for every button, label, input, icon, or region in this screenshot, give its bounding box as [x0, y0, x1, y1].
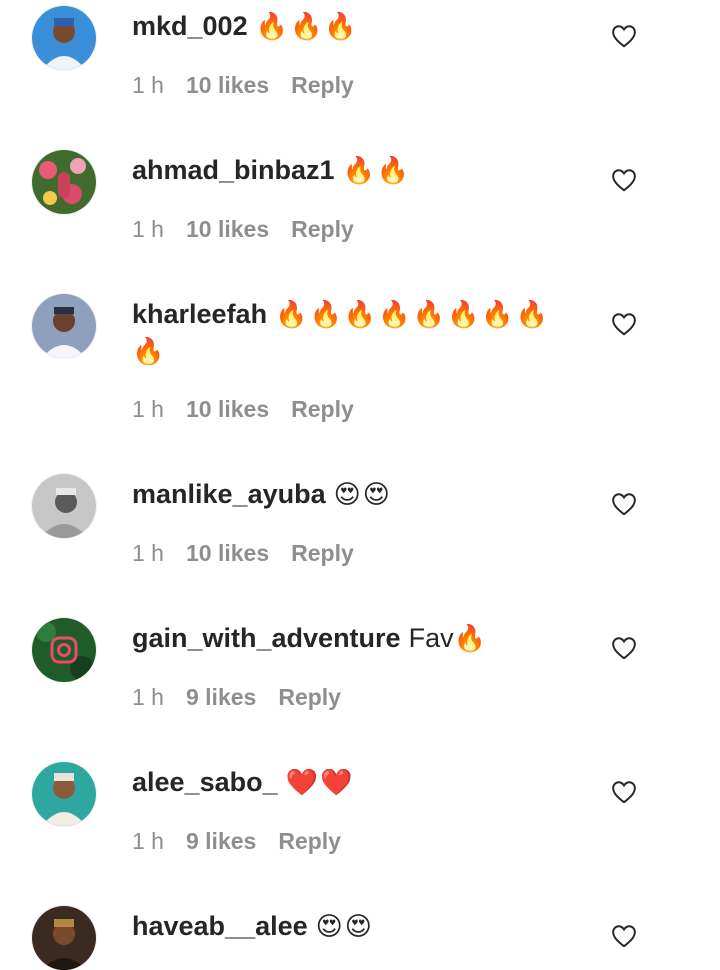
avatar[interactable] [32, 6, 96, 70]
avatar[interactable] [32, 906, 96, 970]
likes-count[interactable]: 9 likes [186, 684, 256, 710]
comment-body: Fav [408, 623, 454, 653]
avatar[interactable] [32, 150, 96, 214]
like-heart-icon[interactable] [611, 780, 637, 804]
username[interactable]: kharleefah [132, 299, 267, 329]
reply-button[interactable]: Reply [291, 396, 354, 422]
likes-count[interactable]: 10 likes [186, 72, 269, 98]
timestamp: 1 h [132, 540, 164, 566]
avatar[interactable] [32, 618, 96, 682]
comment-text: mkd_002 🔥🔥🔥 [132, 8, 572, 45]
timestamp: 1 h [132, 216, 164, 242]
comment-emoji: 🔥🔥 [342, 156, 412, 186]
username[interactable]: alee_sabo_ [132, 767, 278, 797]
avatar[interactable] [32, 762, 96, 826]
like-heart-icon[interactable] [611, 24, 637, 48]
comment-emoji: 😍😍 [333, 480, 392, 510]
comment-meta: 1 h 10 likes Reply [132, 540, 376, 567]
comment-text: kharleefah 🔥🔥🔥🔥🔥🔥🔥🔥🔥 [132, 296, 572, 370]
reply-button[interactable]: Reply [278, 828, 341, 854]
reply-button[interactable]: Reply [291, 216, 354, 242]
timestamp: 1 h [132, 72, 164, 98]
likes-count[interactable]: 10 likes [186, 396, 269, 422]
like-heart-icon[interactable] [611, 492, 637, 516]
username[interactable]: gain_with_adventure [132, 623, 401, 653]
like-heart-icon[interactable] [611, 168, 637, 192]
comment-text: alee_sabo_ ❤️❤️ [132, 764, 572, 801]
username[interactable]: manlike_ayuba [132, 479, 326, 509]
timestamp: 1 h [132, 684, 164, 710]
comment-text: ahmad_binbaz1 🔥🔥 [132, 152, 572, 189]
avatar[interactable] [32, 294, 96, 358]
comment-emoji: 😍😍 [315, 912, 374, 942]
username[interactable]: mkd_002 [132, 11, 248, 41]
reply-button[interactable]: Reply [278, 684, 341, 710]
timestamp: 1 h [132, 828, 164, 854]
comment-meta: 1 h 9 likes Reply [132, 828, 363, 855]
comment-text: manlike_ayuba 😍😍 [132, 476, 572, 513]
comment-emoji: 🔥🔥🔥 [255, 12, 359, 42]
like-heart-icon[interactable] [611, 312, 637, 336]
like-heart-icon[interactable] [611, 636, 637, 660]
username[interactable]: ahmad_binbaz1 [132, 155, 335, 185]
avatar[interactable] [32, 474, 96, 538]
likes-count[interactable]: 9 likes [186, 828, 256, 854]
likes-count[interactable]: 10 likes [186, 540, 269, 566]
comment-emoji: 🔥 [453, 624, 488, 654]
comment-text: haveab__alee 😍😍 [132, 908, 572, 945]
timestamp: 1 h [132, 396, 164, 422]
comment-text: gain_with_adventure Fav🔥 [132, 620, 572, 657]
comment-meta: 1 h 10 likes Reply [132, 72, 376, 99]
comment-meta: 1 h 9 likes Reply [132, 684, 363, 711]
reply-button[interactable]: Reply [291, 540, 354, 566]
username[interactable]: haveab__alee [132, 911, 308, 941]
comment-emoji: ❤️❤️ [285, 768, 355, 798]
comment-meta: 1 h 10 likes Reply [132, 216, 376, 243]
likes-count[interactable]: 10 likes [186, 216, 269, 242]
comment-meta: 1 h 10 likes Reply [132, 396, 376, 423]
reply-button[interactable]: Reply [291, 72, 354, 98]
like-heart-icon[interactable] [611, 924, 637, 948]
